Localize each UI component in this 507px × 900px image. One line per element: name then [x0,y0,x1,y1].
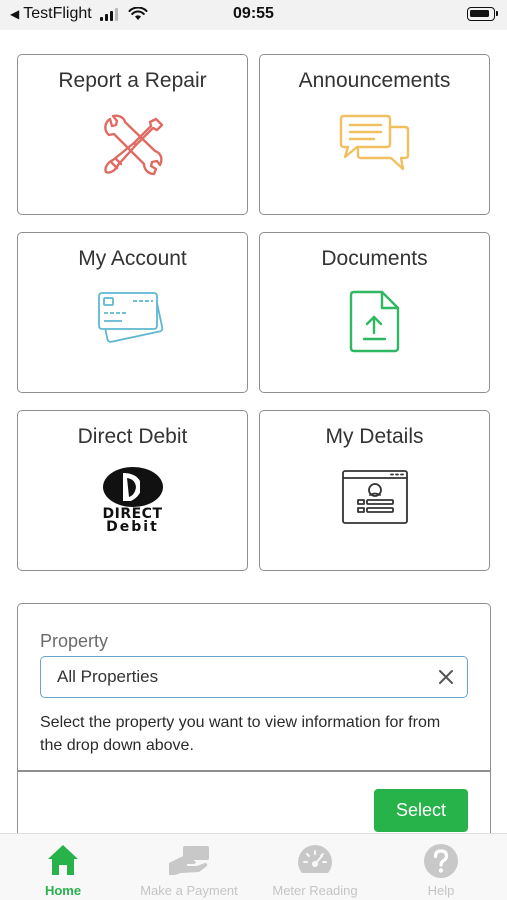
property-input[interactable] [57,666,417,688]
nav-label: Make a Payment [140,883,238,898]
tile-direct-debit[interactable]: Direct Debit DIRECT Debit [17,410,248,571]
help-icon [424,844,458,878]
tile-label: Documents [321,247,428,270]
tile-label: My Details [325,425,424,448]
gauge-icon [298,845,332,873]
status-bar: ◀ TestFlight 09:55 [0,0,507,30]
tile-label: My Account [78,247,187,270]
document-upload-icon [349,290,399,353]
profile-window-icon [341,470,408,524]
direct-debit-logo: DIRECT Debit [93,465,173,537]
nav-label: Meter Reading [272,883,358,898]
property-panel: Property Select the property you want to… [17,603,491,843]
tile-report-a-repair[interactable]: Report a Repair [17,54,248,215]
nav-item-help[interactable]: Help [378,834,504,900]
tile-my-details[interactable]: My Details [259,410,490,571]
clear-icon[interactable] [435,666,457,688]
divider [18,770,490,772]
bottom-nav: Home Make a Payment Meter Reading Help [0,833,507,900]
tile-label: Direct Debit [77,425,188,448]
tile-announcements[interactable]: Announcements [259,54,490,215]
tile-label: Report a Repair [58,69,207,92]
tile-my-account[interactable]: My Account [17,232,248,393]
nav-label: Home [44,883,82,898]
nav-item-meter-reading[interactable]: Meter Reading [252,834,378,900]
direct-debit-logo-text-2: Debit [106,519,159,535]
nav-item-make-a-payment[interactable]: Make a Payment [126,834,252,900]
chat-bubbles-icon [339,114,409,171]
tools-icon [103,114,163,176]
status-time: 09:55 [233,5,274,22]
nav-label: Help [427,883,455,898]
credit-cards-icon [97,292,163,343]
property-select[interactable] [40,656,468,698]
tile-label: Announcements [298,69,451,92]
battery-icon [467,7,498,21]
home-icon [48,845,78,875]
property-label: Property [40,631,109,651]
nav-item-home[interactable]: Home [0,834,126,900]
property-help-text: Select the property you want to view inf… [40,714,441,754]
tile-documents[interactable]: Documents [259,232,490,393]
select-button[interactable]: Select [374,789,468,832]
payment-hand-icon [169,846,209,875]
